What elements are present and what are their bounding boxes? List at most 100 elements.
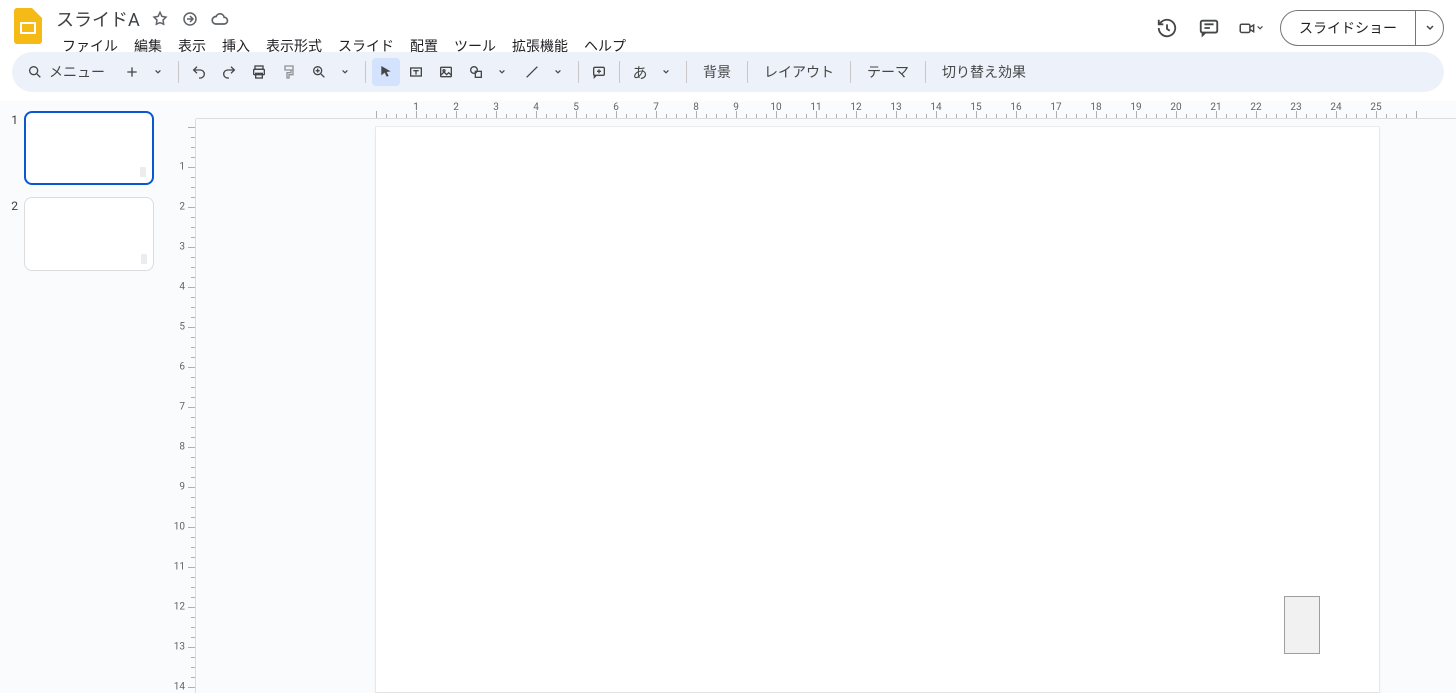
ruler-v-label: 7 <box>179 402 185 413</box>
cloud-status-icon[interactable] <box>210 9 230 29</box>
menu-slide[interactable]: スライド <box>330 34 402 58</box>
thumb-row-2: 2 <box>0 197 164 271</box>
menu-search[interactable]: メニュー <box>20 57 116 87</box>
slide-filmstrip[interactable]: 1 2 <box>0 101 170 693</box>
line-tool[interactable] <box>518 58 546 86</box>
ruler-h-label: 13 <box>890 102 901 113</box>
document-title[interactable]: スライドA <box>56 6 140 32</box>
ruler-v-label: 8 <box>179 442 185 453</box>
image-tool[interactable] <box>432 58 460 86</box>
ruler-v-label: 1 <box>179 162 185 173</box>
menu-extensions[interactable]: 拡張機能 <box>504 34 576 58</box>
titlebar: スライドA ファイル 編集 表示 挿入 表示形式 スライド 配置 ツール 拡張機… <box>0 0 1456 48</box>
slide-thumbnail-1[interactable] <box>24 111 154 185</box>
menu-edit[interactable]: 編集 <box>126 34 170 58</box>
ruler-v-label: 10 <box>174 522 185 533</box>
shape-dropdown[interactable] <box>488 58 516 86</box>
ruler-h-label: 21 <box>1210 102 1221 113</box>
ruler-h-label: 3 <box>493 102 499 113</box>
ruler-h-label: 20 <box>1170 102 1181 113</box>
menu-format[interactable]: 表示形式 <box>258 34 330 58</box>
slides-logo[interactable] <box>10 8 46 44</box>
ruler-h-label: 24 <box>1330 102 1341 113</box>
new-slide-button[interactable] <box>118 58 146 86</box>
menu-view[interactable]: 表示 <box>170 34 214 58</box>
slideshow-split-button: スライドショー <box>1280 10 1444 46</box>
vertical-ruler[interactable]: 1234567891011121314 <box>170 119 196 693</box>
star-icon[interactable] <box>150 9 170 29</box>
ruler-h-label: 7 <box>653 102 659 113</box>
ruler-h-label: 18 <box>1090 102 1101 113</box>
ruler-h-label: 19 <box>1130 102 1141 113</box>
ruler-v-label: 13 <box>174 642 185 653</box>
workspace: 1 2 123456789101112131415161718192021222… <box>0 101 1456 693</box>
move-folder-icon[interactable] <box>180 9 200 29</box>
print-button[interactable] <box>245 58 273 86</box>
version-history-icon[interactable] <box>1154 15 1180 41</box>
ruler-v-label: 4 <box>179 282 185 293</box>
canvas-area: 1234567891011121314151617181920212223242… <box>170 101 1456 693</box>
menu-arrange[interactable]: 配置 <box>402 34 446 58</box>
slide-shape-rectangle[interactable] <box>1284 596 1320 654</box>
theme-button[interactable]: テーマ <box>857 58 919 86</box>
ruler-h-label: 14 <box>930 102 941 113</box>
background-button[interactable]: 背景 <box>693 58 741 86</box>
thumb-number: 1 <box>6 111 18 127</box>
ruler-h-label: 1 <box>413 102 419 113</box>
line-dropdown[interactable] <box>544 58 572 86</box>
menu-tools[interactable]: ツール <box>446 34 504 58</box>
ruler-v-label: 6 <box>179 362 185 373</box>
comments-icon[interactable] <box>1196 15 1222 41</box>
ruler-h-label: 4 <box>533 102 539 113</box>
thumb-object-marker <box>141 254 147 264</box>
paint-format-button[interactable] <box>275 58 303 86</box>
layout-button[interactable]: レイアウト <box>754 58 844 86</box>
ruler-v-label: 12 <box>174 602 185 613</box>
ruler-h-label: 2 <box>453 102 459 113</box>
ruler-h-label: 25 <box>1370 102 1381 113</box>
slideshow-button[interactable]: スライドショー <box>1281 11 1415 45</box>
ruler-h-label: 16 <box>1010 102 1021 113</box>
transition-button[interactable]: 切り替え効果 <box>932 58 1036 86</box>
toolbar: メニュー <box>12 52 1444 92</box>
zoom-button[interactable] <box>305 58 333 86</box>
input-tools-button[interactable]: あ <box>626 58 654 86</box>
menu-search-label: メニュー <box>49 62 105 82</box>
ruler-v-label: 9 <box>179 482 185 493</box>
search-icon <box>27 64 43 80</box>
ruler-v-label: 5 <box>179 322 185 333</box>
thumb-row-1: 1 <box>0 111 164 185</box>
menu-help[interactable]: ヘルプ <box>576 34 634 58</box>
ruler-h-label: 5 <box>573 102 579 113</box>
select-tool[interactable] <box>372 58 400 86</box>
zoom-dropdown[interactable] <box>331 58 359 86</box>
input-tools-dropdown[interactable] <box>652 58 680 86</box>
menu-file[interactable]: ファイル <box>54 34 126 58</box>
ruler-v-label: 14 <box>174 682 185 693</box>
horizontal-ruler[interactable]: 1234567891011121314151617181920212223242… <box>196 101 1456 119</box>
slide-thumbnail-2[interactable] <box>24 197 154 271</box>
meet-camera-button[interactable] <box>1238 15 1264 41</box>
menu-bar: ファイル 編集 表示 挿入 表示形式 スライド 配置 ツール 拡張機能 ヘルプ <box>54 34 1146 58</box>
ruler-h-label: 23 <box>1290 102 1301 113</box>
ruler-v-label: 2 <box>179 202 185 213</box>
ruler-h-label: 11 <box>810 102 821 113</box>
thumb-object-marker <box>140 167 146 177</box>
slide-canvas[interactable] <box>376 127 1379 692</box>
redo-button[interactable] <box>215 58 243 86</box>
shape-tool[interactable] <box>462 58 490 86</box>
ruler-v-label: 11 <box>174 562 185 573</box>
menu-insert[interactable]: 挿入 <box>214 34 258 58</box>
new-slide-dropdown[interactable] <box>144 58 172 86</box>
slideshow-dropdown[interactable] <box>1415 11 1443 45</box>
comment-tool[interactable] <box>585 58 613 86</box>
thumb-number: 2 <box>6 197 18 213</box>
ruler-h-label: 22 <box>1250 102 1261 113</box>
undo-button[interactable] <box>185 58 213 86</box>
ruler-h-label: 12 <box>850 102 861 113</box>
ruler-v-label: 3 <box>179 242 185 253</box>
textbox-tool[interactable] <box>402 58 430 86</box>
ruler-h-label: 8 <box>693 102 699 113</box>
ruler-h-label: 17 <box>1050 102 1061 113</box>
ime-glyph: あ <box>632 62 647 83</box>
